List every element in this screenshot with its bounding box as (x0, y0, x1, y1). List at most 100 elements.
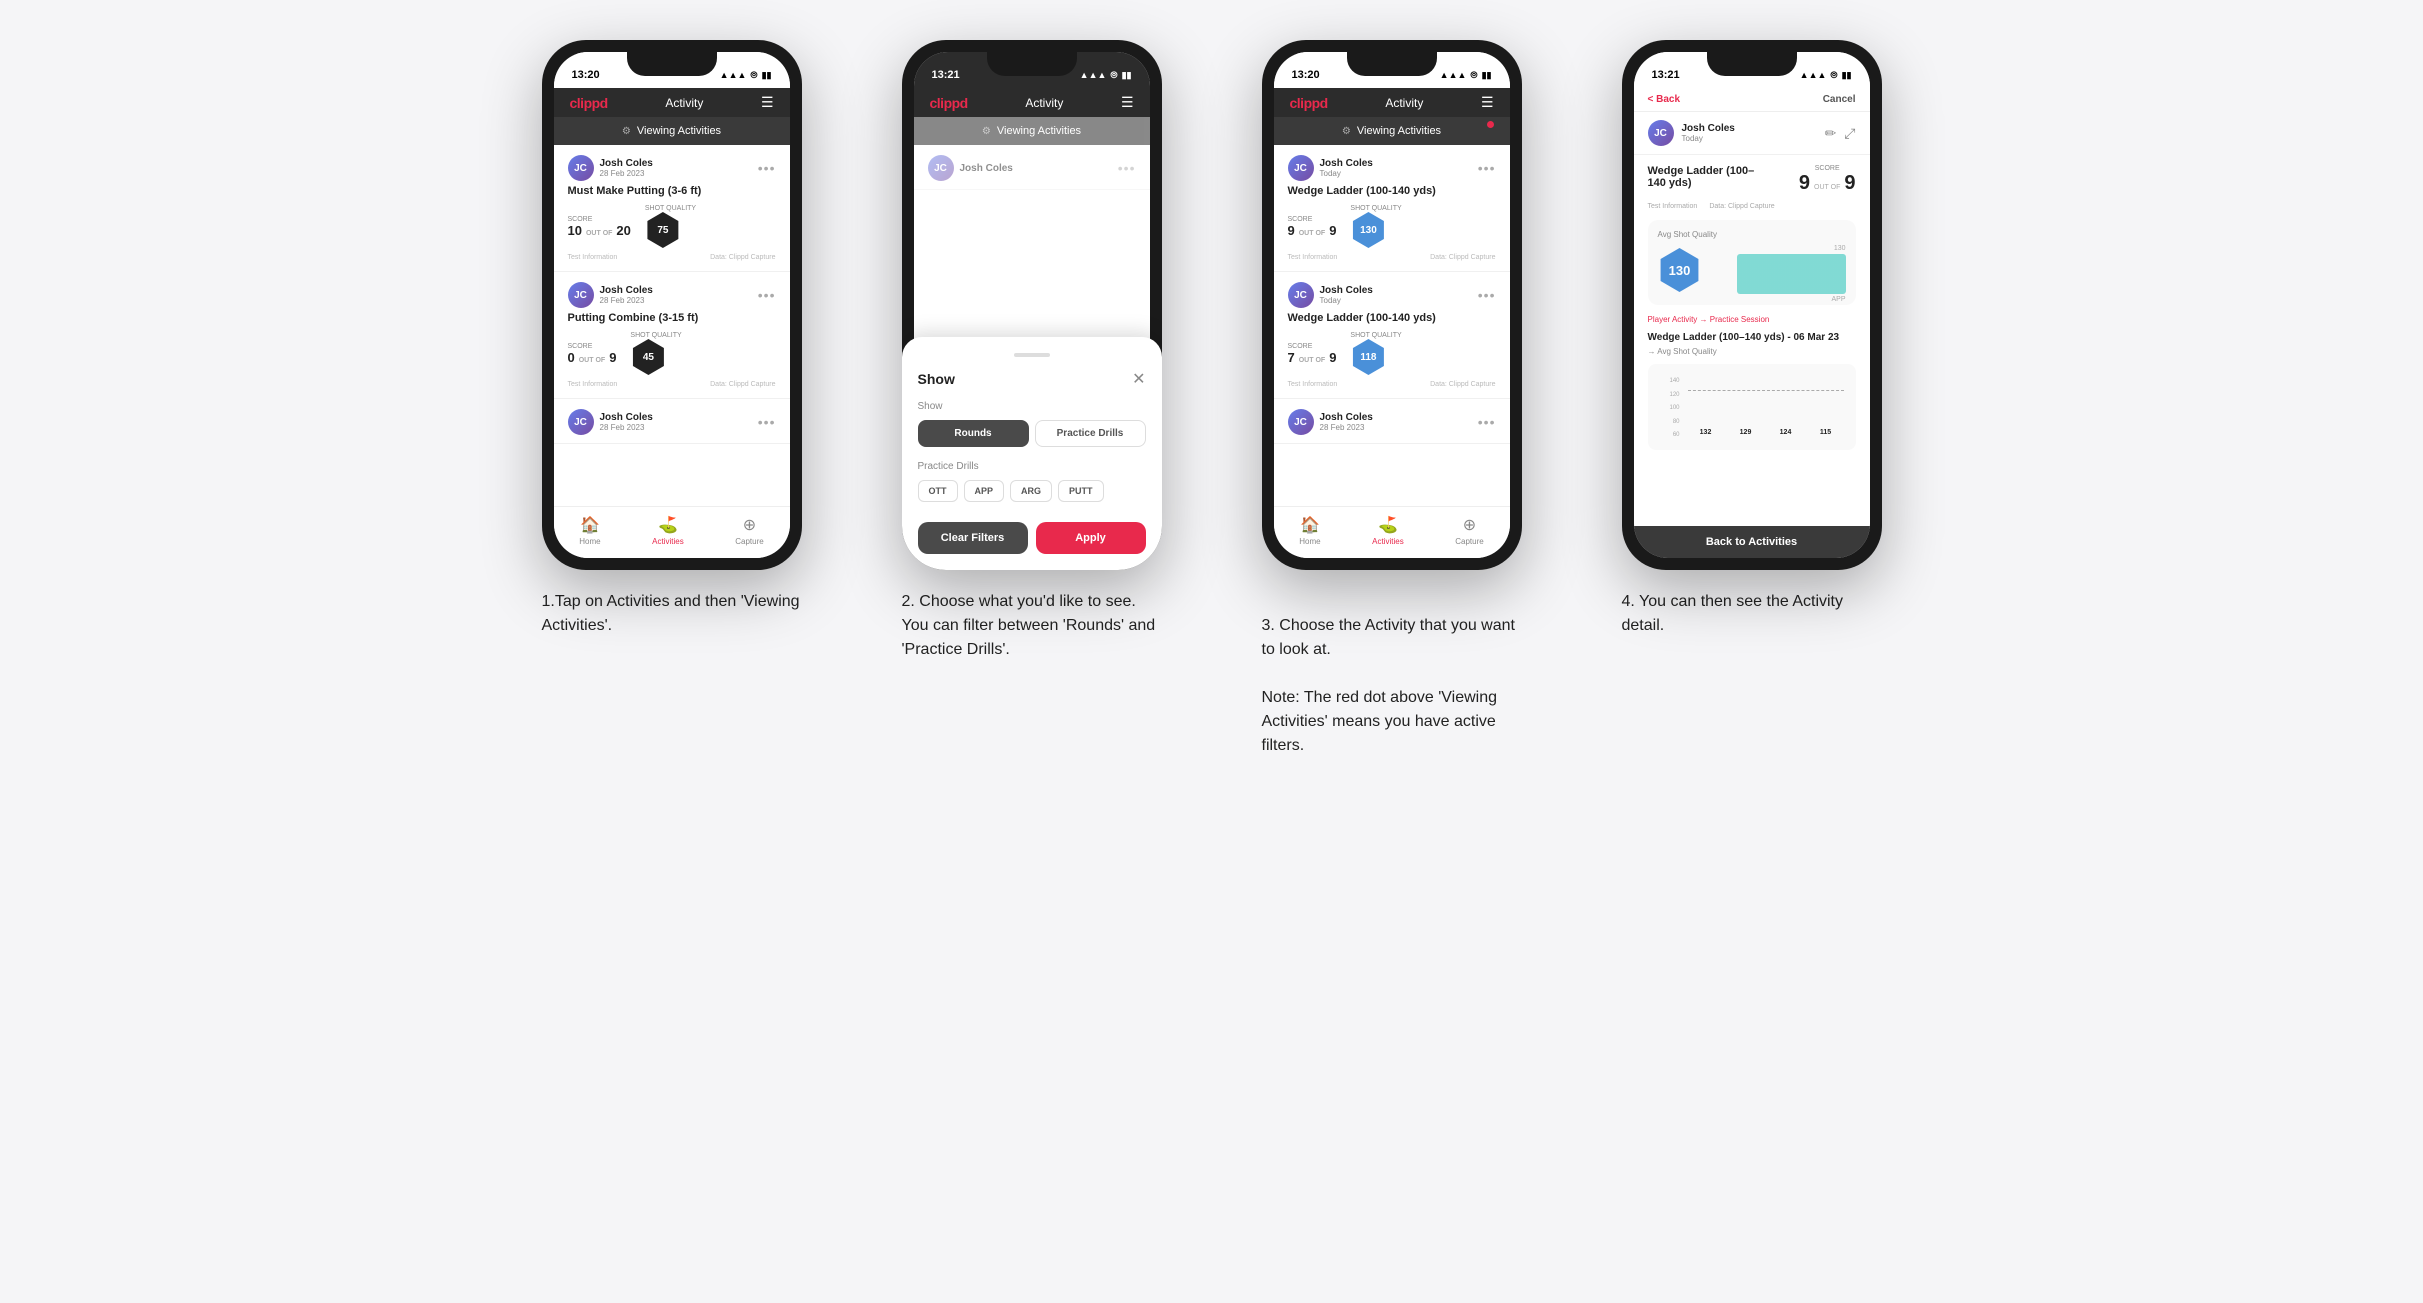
phone-2: 13:21 ▲▲▲ ⦾ ▮▮ clippd Activity ☰ ⚙ Viewi… (902, 40, 1162, 570)
avg-quality-row-4: 130 130 APP (1658, 245, 1846, 295)
card-title-3-2: Wedge Ladder (100-140 yds) (1288, 312, 1496, 324)
app-nav-3: clippd Activity ☰ (1274, 88, 1510, 117)
avatar-1-2: JC (568, 282, 594, 308)
avg-label-4: Avg Shot Quality (1658, 230, 1846, 239)
card-title-1-2: Putting Combine (3-15 ft) (568, 312, 776, 324)
modal-actions: Clear Filters Apply (918, 522, 1146, 554)
card-header-2-partial: JC Josh Coles ••• (928, 155, 1136, 181)
nav-home-3[interactable]: 🏠 Home (1299, 515, 1320, 546)
y-label-100: 100 (1660, 405, 1680, 411)
user-name-1-3: Josh Coles (600, 412, 653, 423)
activity-card-1-1[interactable]: JC Josh Coles 28 Feb 2023 ••• Must Make … (554, 145, 790, 272)
nav-capture-3[interactable]: ⊕ Capture (1455, 515, 1483, 546)
phone-3: 13:20 ▲▲▲ ⦾ ▮▮ clippd Activity ☰ ⚙ Viewi… (1262, 40, 1522, 570)
banner-text-1: Viewing Activities (637, 125, 721, 137)
phone-inner-3: 13:20 ▲▲▲ ⦾ ▮▮ clippd Activity ☰ ⚙ Viewi… (1274, 52, 1510, 558)
score-value-3-1: 9 OUT OF 9 (1288, 223, 1337, 238)
footer-left-1-2: Test Information (568, 381, 618, 388)
chip-ott[interactable]: OTT (918, 480, 958, 502)
step-4: 13:21 ▲▲▲ ⦾ ▮▮ < Back Cancel JC (1592, 40, 1912, 758)
page-container: 13:20 ▲▲▲ ⦾ ▮▮ clippd Activity ☰ ⚙ Viewi… (512, 40, 1912, 758)
app-nav-1: clippd Activity ☰ (554, 88, 790, 117)
card-footer-3-2: Test Information Data: Clippd Capture (1288, 381, 1496, 388)
nav-capture-label-3: Capture (1455, 537, 1483, 546)
more-icon-3-2[interactable]: ••• (1478, 287, 1496, 303)
filter-icon-2: ⚙ (982, 126, 991, 137)
user-name-3-2: Josh Coles (1320, 285, 1373, 296)
card-footer-1-2: Test Information Data: Clippd Capture (568, 381, 776, 388)
card-user-2-partial: JC Josh Coles (928, 155, 1013, 181)
viewing-banner-3[interactable]: ⚙ Viewing Activities (1274, 117, 1510, 145)
nav-capture-1[interactable]: ⊕ Capture (735, 515, 763, 546)
card-title-3-1: Wedge Ladder (100-140 yds) (1288, 185, 1496, 197)
chip-app[interactable]: APP (964, 480, 1005, 502)
more-icon-2-partial: ••• (1118, 160, 1136, 176)
card-header-3-1: JC Josh Coles Today ••• (1288, 155, 1496, 181)
card-user-1-2: JC Josh Coles 28 Feb 2023 (568, 282, 653, 308)
cancel-nav-button[interactable]: Cancel (1823, 94, 1856, 105)
phone-1: 13:20 ▲▲▲ ⦾ ▮▮ clippd Activity ☰ ⚙ Viewi… (542, 40, 802, 570)
back-nav-button[interactable]: < Back (1648, 94, 1681, 105)
more-icon-3-1[interactable]: ••• (1478, 160, 1496, 176)
chip-arg[interactable]: ARG (1010, 480, 1052, 502)
modal-header: Show ✕ (918, 369, 1146, 389)
sq-badge-3-2: 118 (1350, 339, 1386, 375)
avatar-3-2: JC (1288, 282, 1314, 308)
nav-home-1[interactable]: 🏠 Home (579, 515, 600, 546)
activity-card-3-1[interactable]: JC Josh Coles Today ••• Wedge Ladder (10… (1274, 145, 1510, 272)
user-name-3-3: Josh Coles (1320, 412, 1373, 423)
nav-activities-label-3: Activities (1372, 537, 1404, 546)
more-icon-1-3[interactable]: ••• (758, 414, 776, 430)
score-col-label-4: Score (1799, 165, 1856, 172)
card-header-3-2: JC Josh Coles Today ••• (1288, 282, 1496, 308)
detail-content-4: Wedge Ladder (100–140 yds) Score 9 OUT O… (1634, 155, 1870, 526)
battery-icon: ▮▮ (762, 70, 772, 81)
signal-icon: ▲▲▲ (720, 70, 747, 80)
clear-filters-button[interactable]: Clear Filters (918, 522, 1028, 554)
menu-icon-2[interactable]: ☰ (1121, 94, 1134, 111)
edit-icon-4[interactable]: ✏ (1825, 125, 1837, 142)
activity-card-3-2[interactable]: JC Josh Coles Today ••• Wedge Ladder (10… (1274, 272, 1510, 399)
more-icon-1-1[interactable]: ••• (758, 160, 776, 176)
banner-text-3: Viewing Activities (1357, 125, 1441, 137)
y-label-140: 140 (1660, 378, 1680, 384)
battery-icon-2: ▮▮ (1122, 70, 1132, 81)
footer-right-3-1: Data: Clippd Capture (1430, 254, 1495, 261)
sq-label-1-2: Shot Quality (630, 332, 681, 339)
wifi-icon-2: ⦾ (1110, 70, 1117, 81)
bar-3: 124 (1768, 429, 1804, 438)
session-title-4: Wedge Ladder (100–140 yds) - 06 Mar 23 (1648, 332, 1856, 343)
modal-close-icon[interactable]: ✕ (1132, 369, 1145, 389)
more-icon-1-2[interactable]: ••• (758, 287, 776, 303)
expand-icon-4[interactable]: ⤢ (1844, 125, 1855, 142)
apply-button[interactable]: Apply (1036, 522, 1146, 554)
out-of-label-4: OUT OF (1814, 184, 1840, 191)
score-value-1-1: 10 OUT OF 20 (568, 223, 631, 238)
avatar-3-3: JC (1288, 409, 1314, 435)
card-user-3-1: JC Josh Coles Today (1288, 155, 1373, 181)
footer-right-3-2: Data: Clippd Capture (1430, 381, 1495, 388)
more-icon-3-3[interactable]: ••• (1478, 414, 1496, 430)
status-icons-4: ▲▲▲ ⦾ ▮▮ (1800, 70, 1852, 81)
step-desc-3: 3. Choose the Activity that you want to … (1262, 590, 1522, 758)
nav-activities-3[interactable]: ⛳ Activities (1372, 515, 1404, 546)
chip-putt[interactable]: PUTT (1058, 480, 1104, 502)
menu-icon-1[interactable]: ☰ (761, 94, 774, 111)
detail-user-row-4: JC Josh Coles Today ✏ ⤢ (1634, 112, 1870, 155)
status-icons-1: ▲▲▲ ⦾ ▮▮ (720, 70, 772, 81)
user-date-1-3: 28 Feb 2023 (600, 423, 653, 432)
score-stat-1-1: Score 10 OUT OF 20 (568, 216, 631, 238)
sq-label-3-1: Shot Quality (1350, 205, 1401, 212)
practice-drills-toggle[interactable]: Practice Drills (1035, 420, 1146, 447)
activity-card-1-2[interactable]: JC Josh Coles 28 Feb 2023 ••• Putting Co… (554, 272, 790, 399)
viewing-banner-2: ⚙ Viewing Activities (914, 117, 1150, 145)
back-to-activities-button[interactable]: Back to Activities (1634, 526, 1870, 558)
menu-icon-3[interactable]: ☰ (1481, 94, 1494, 111)
phone-notch-4 (1707, 52, 1797, 76)
bar-4: 115 (1808, 429, 1844, 438)
nav-capture-label-1: Capture (735, 537, 763, 546)
bar-2: 129 (1728, 429, 1764, 438)
rounds-toggle[interactable]: Rounds (918, 420, 1029, 447)
viewing-banner-1[interactable]: ⚙ Viewing Activities (554, 117, 790, 145)
nav-activities-1[interactable]: ⛳ Activities (652, 515, 684, 546)
